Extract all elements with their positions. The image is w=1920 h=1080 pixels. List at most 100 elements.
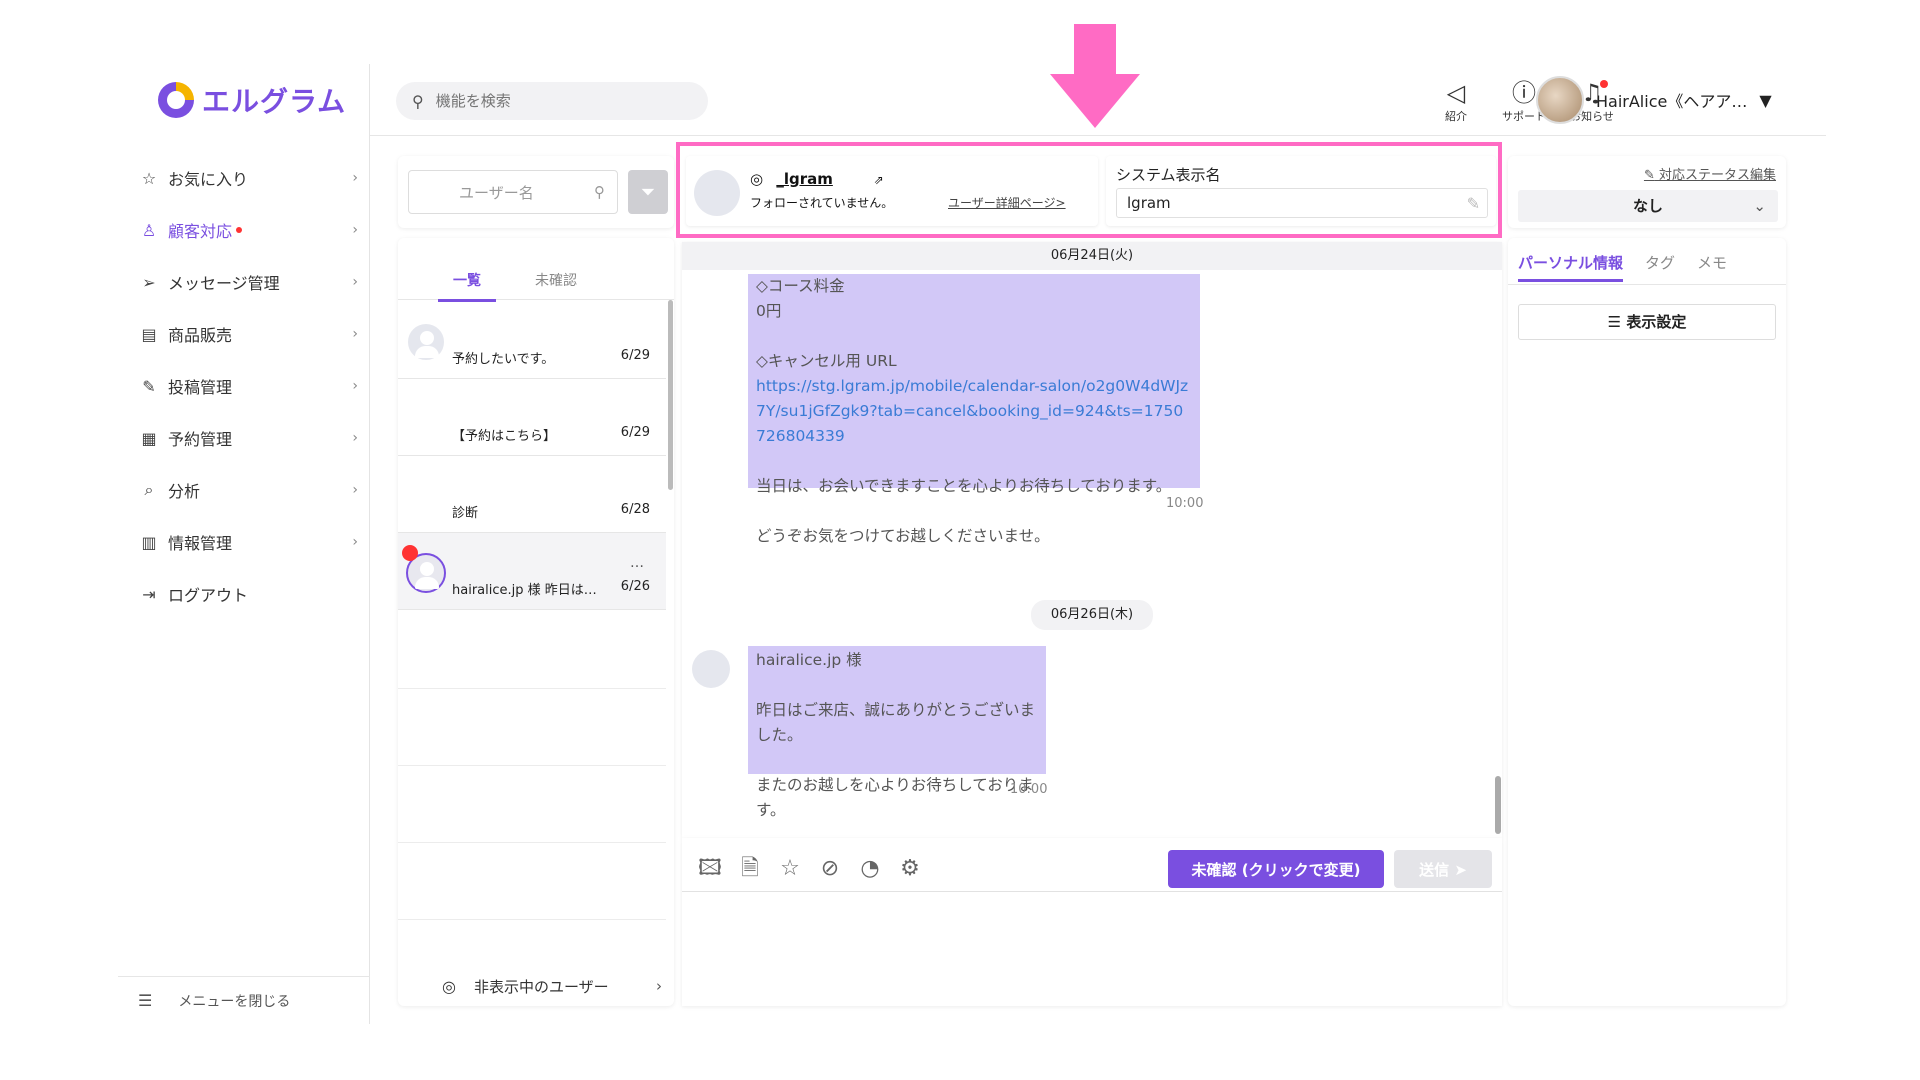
divider [398, 765, 666, 766]
sidebar-item-posts[interactable]: ✎ 投稿管理 › [138, 360, 362, 412]
sidebar-item-label: 投稿管理 [168, 378, 233, 397]
conversation-date: 6/28 [620, 502, 650, 517]
display-settings-label: 表示設定 [1626, 313, 1687, 331]
conversation-list: 一覧 未確認 予約したいです。 6/29 【予約はこちら】 6/29 診断 6/… [398, 238, 674, 1006]
sidebar-item-logout[interactable]: ⇥ ログアウト [138, 568, 362, 620]
handle-text: _lgram [776, 170, 833, 188]
timer-icon[interactable]: ◔ [854, 854, 886, 884]
user-menu[interactable]: HairAlice《ヘアア… ▼ [1536, 76, 1772, 124]
guide-arrow-icon [1050, 74, 1140, 128]
sidebar-item-reservations[interactable]: ▦ 予約管理 › [138, 412, 362, 464]
chevron-down-icon: ⌄ [1753, 197, 1766, 215]
menu-collapse-icon: ☰ [138, 991, 153, 1010]
hide-icon[interactable]: ⊘ [814, 854, 846, 884]
feature-search[interactable]: ⚲ [396, 82, 708, 120]
chat-scrollbar[interactable] [1495, 776, 1501, 834]
display-settings-button[interactable]: ☰ 表示設定 [1518, 304, 1776, 340]
user-name: HairAlice《ヘアア… [1596, 92, 1748, 111]
user-filter-bar: ユーザー名 ⚲ ⏷ [398, 156, 674, 228]
filter-button[interactable]: ⏷ [628, 170, 668, 214]
system-name-box: システム表示名 ✎ [1106, 156, 1496, 226]
message-bubble: hairalice.jp 様 昨日はご来店、誠にありがとうございました。 またの… [748, 646, 1046, 819]
close-menu-label: メニューを閉じる [178, 993, 291, 1010]
chevron-right-icon: › [352, 482, 358, 498]
divider [398, 688, 666, 689]
conversation-preview: 予約したいです。 [452, 352, 555, 367]
caret-down-icon: ▼ [1759, 90, 1772, 110]
hidden-users-button[interactable]: ◎ 非表示中のユーザー › [398, 966, 674, 1006]
edit-icon: ✎ [142, 376, 156, 396]
sidebar-item-messages[interactable]: ➢ メッセージ管理 › [138, 256, 362, 308]
tab-memo[interactable]: メモ [1697, 252, 1727, 282]
instagram-handle[interactable]: ◎ _lgram ⇗ [750, 170, 884, 188]
composer-toolbar: 🖾 🗎 ☆ ⊘ ◔ ⚙ 未確認 (クリックで変更) 送信 ➤ [682, 844, 1502, 892]
more-options-icon[interactable]: … [630, 555, 644, 571]
sidebar-item-favorites[interactable]: ☆ お気に入り › [138, 152, 362, 204]
star-icon: ☆ [141, 168, 157, 188]
send-icon: ➢ [142, 272, 156, 292]
status-edit-link[interactable]: ✎ 対応ステータス編集 [1644, 164, 1776, 183]
user-detail-link[interactable]: ユーザー詳細ページ> [948, 194, 1066, 211]
sidebar-item-products[interactable]: ▤ 商品販売 › [138, 308, 362, 360]
feature-search-input[interactable] [435, 92, 676, 110]
calendar-icon: ▦ [141, 428, 157, 448]
referral-label: 紹介 [1445, 110, 1467, 123]
avatar [406, 322, 446, 362]
conversation-item[interactable]: 【予約はこちら】 6/29 [398, 379, 666, 456]
eye-off-icon: ◎ [442, 976, 456, 996]
info-panel: パーソナル情報 タグ メモ ☰ 表示設定 [1508, 238, 1786, 1006]
chart-icon: ▥ [141, 532, 157, 552]
settings-icon[interactable]: ⚙ [894, 854, 926, 884]
user-profile-box: ◎ _lgram ⇗ フォローされていません。 ユーザー詳細ページ> [686, 156, 1098, 226]
store-icon: ▤ [141, 324, 157, 344]
tab-unconfirmed[interactable]: 未確認 [526, 266, 586, 299]
search-icon: ⚲ [594, 183, 605, 201]
sidebar-item-label: 情報管理 [168, 534, 233, 553]
cancel-url-link[interactable]: https://stg.lgram.jp/mobile/calendar-sal… [756, 377, 1188, 445]
conversation-item-selected[interactable]: … hairalice.jp 様 昨日は… 6/26 [398, 533, 666, 610]
conversation-item[interactable]: 診断 6/28 [398, 456, 666, 533]
tab-all[interactable]: 一覧 [438, 266, 496, 302]
chevron-right-icon: › [352, 326, 358, 342]
avatar [694, 170, 740, 216]
edit-icon: ✎ [1643, 168, 1655, 183]
search-icon: ⚲ [412, 91, 424, 111]
send-button[interactable]: 送信 ➤ [1394, 850, 1492, 888]
system-name-field[interactable] [1116, 188, 1488, 218]
message-time: 10:00 [1166, 496, 1204, 511]
close-menu-button[interactable]: ☰ メニューを閉じる [118, 976, 370, 1024]
image-icon[interactable]: 🖾 [694, 854, 726, 884]
star-icon[interactable]: ☆ [774, 854, 806, 884]
tab-personal-info[interactable]: パーソナル情報 [1518, 252, 1624, 282]
logo[interactable]: エルグラム [158, 80, 346, 120]
referral-button[interactable]: ◁ 紹介 [1426, 78, 1486, 124]
conversation-date: 6/29 [620, 348, 650, 363]
conversation-scrollbar[interactable] [668, 300, 673, 490]
conversation-item[interactable]: 予約したいです。 6/29 [398, 302, 666, 379]
logo-icon [158, 82, 194, 118]
message-bubble: ◇コース料金 0円 ◇キャンセル用 URL https://stg.lgram.… [748, 274, 1200, 545]
logout-icon: ⇥ [142, 584, 156, 604]
edit-icon[interactable]: ✎ [1467, 194, 1480, 213]
sidebar-item-analysis[interactable]: ⌕ 分析 › [138, 464, 362, 516]
sidebar-item-label: お気に入り [168, 170, 249, 189]
sidebar-item-label: ログアウト [168, 586, 249, 605]
status-box: ✎ 対応ステータス編集 なし ⌄ [1508, 156, 1786, 228]
username-search-input[interactable]: ユーザー名 ⚲ [408, 170, 618, 214]
unread-toggle-button[interactable]: 未確認 (クリックで変更) [1168, 850, 1384, 888]
chevron-right-icon: › [352, 222, 358, 238]
avatar [1536, 76, 1584, 124]
document-icon[interactable]: 🗎 [734, 854, 766, 884]
date-separator: 06月26日(木) [682, 600, 1502, 630]
sidebar-item-label: メッセージ管理 [168, 274, 280, 293]
tab-tags[interactable]: タグ [1645, 252, 1675, 282]
send-label: 送信 [1419, 860, 1450, 879]
status-select[interactable]: なし ⌄ [1518, 190, 1778, 222]
sidebar-item-info[interactable]: ▥ 情報管理 › [138, 516, 362, 568]
external-link-icon[interactable]: ⇗ [874, 173, 884, 187]
conversation-tabs: 一覧 未確認 [398, 266, 674, 302]
sidebar-item-label: 商品販売 [168, 326, 233, 345]
sidebar-item-customer[interactable]: ♙ 顧客対応 › [138, 204, 362, 256]
conversation-date: 6/29 [620, 425, 650, 440]
nav-list: ☆ お気に入り › ♙ 顧客対応 › ➢ メッセージ管理 › ▤ 商品販売 › [138, 152, 362, 620]
